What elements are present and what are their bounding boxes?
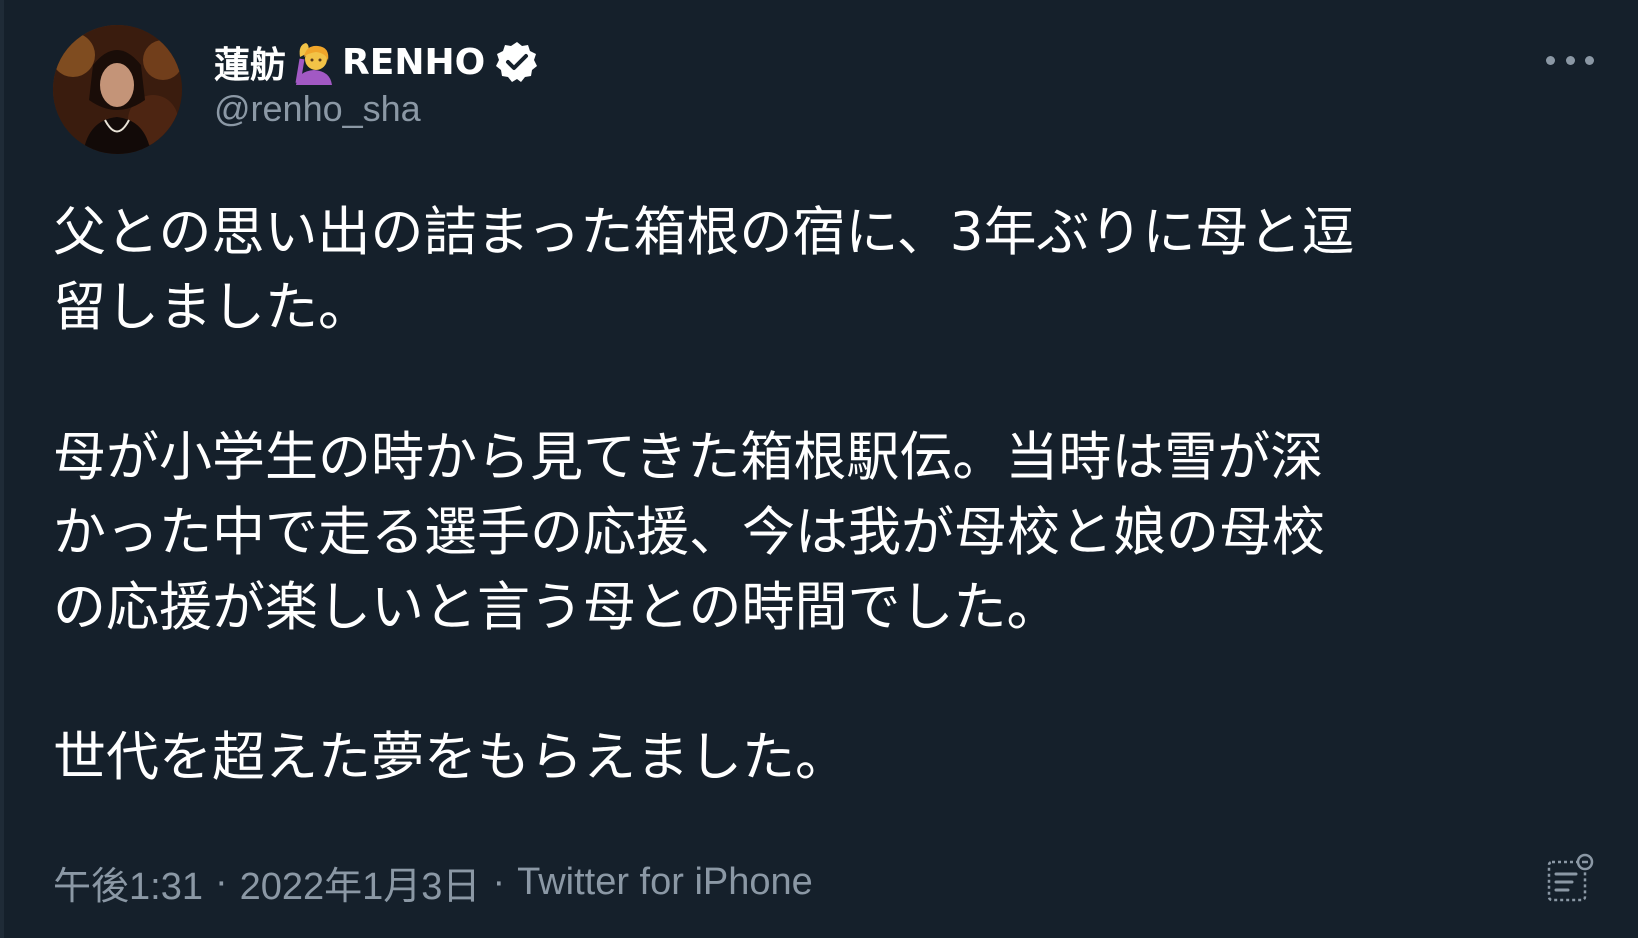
display-name-suffix[interactable]: RENHO bbox=[342, 42, 485, 83]
tweet-text: 父との思い出の詰まった箱根の宿に、3年ぶりに母と逗 留しました。 母が小学生の時… bbox=[53, 195, 1593, 795]
verified-badge-icon bbox=[495, 40, 539, 84]
tweet-card: 蓮舫 RENHO @renho_sha 父との思い出の詰まった箱根の宿に、3年ぶ… bbox=[0, 0, 1638, 938]
panel-edge bbox=[0, 0, 4, 938]
author-handle[interactable]: @renho_sha bbox=[214, 88, 421, 130]
author-name-row[interactable]: 蓮舫 RENHO bbox=[214, 34, 539, 90]
tweet-analytics-icon[interactable] bbox=[1546, 852, 1594, 904]
avatar-photo bbox=[53, 25, 182, 154]
more-options-icon[interactable] bbox=[1546, 46, 1594, 74]
woman-raising-hand-icon bbox=[292, 39, 336, 85]
meta-separator: · bbox=[492, 861, 506, 903]
tweet-metadata: 午後1:31 · 2022年1月3日 · Twitter for iPhone bbox=[53, 855, 813, 910]
avatar[interactable] bbox=[53, 25, 182, 154]
more-dot bbox=[1546, 55, 1555, 65]
tweet-paragraph: 世代を超えた夢をもらえました。 bbox=[53, 727, 848, 788]
tweet-paragraph: 父との思い出の詰まった箱根の宿に、3年ぶりに母と逗 留しました。 bbox=[53, 202, 1355, 338]
meta-separator: · bbox=[214, 861, 228, 903]
more-dot bbox=[1585, 55, 1594, 65]
tweet-time[interactable]: 午後1:31 bbox=[53, 855, 203, 910]
tweet-date[interactable]: 2022年1月3日 bbox=[240, 855, 481, 910]
tweet-paragraph: 母が小学生の時から見てきた箱根駅伝。当時は雪が深 かった中で走る選手の応援、今は… bbox=[53, 427, 1325, 638]
tweet-source[interactable]: Twitter for iPhone bbox=[517, 861, 813, 904]
display-name[interactable]: 蓮舫 bbox=[214, 36, 286, 88]
more-dot bbox=[1565, 55, 1575, 65]
